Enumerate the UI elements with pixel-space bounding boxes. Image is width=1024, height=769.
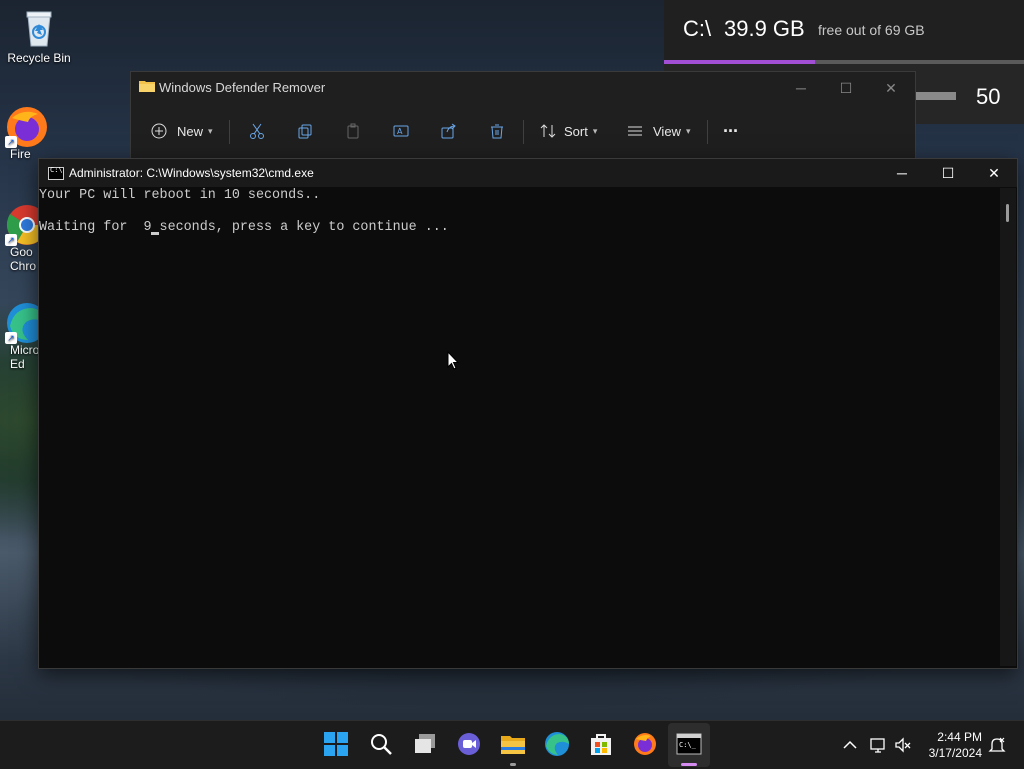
rename-icon: A: [393, 125, 409, 137]
cmd-title: Administrator: C:\Windows\system32\cmd.e…: [69, 166, 314, 180]
cmd-titlebar[interactable]: C:\ Administrator: C:\Windows\system32\c…: [39, 159, 1017, 187]
disk-space-widget: C:\ 39.9 GB free out of 69 GB: [664, 0, 1024, 64]
cmd-icon[interactable]: C:\_: [676, 731, 704, 759]
paste-button[interactable]: [345, 114, 361, 148]
explorer-title: Windows Defender Remover: [159, 80, 326, 95]
volume-slider[interactable]: [914, 92, 956, 100]
network-icon[interactable]: [869, 736, 887, 759]
toolbar-divider: [229, 120, 230, 144]
explorer-toolbar: New ▾ A Sort ▾ View ▾ ···: [131, 114, 915, 148]
volume-value: 50: [976, 84, 1001, 109]
free-size: 39.9 GB: [724, 16, 805, 41]
clock[interactable]: 2:44 PM 3/17/2024: [922, 729, 982, 761]
store-icon[interactable]: [588, 731, 616, 759]
minimize-button[interactable]: ─: [781, 76, 821, 100]
paste-icon: [347, 123, 359, 139]
free-text: free out of 69 GB: [818, 22, 925, 38]
view-icon: [628, 126, 642, 136]
running-indicator: [510, 763, 516, 766]
close-button[interactable]: ✕: [871, 76, 911, 100]
sort-icon: [540, 124, 556, 138]
chevron-down-icon: ▾: [592, 125, 598, 136]
copy-icon: [298, 124, 312, 139]
edge-icon[interactable]: [544, 731, 572, 759]
cmd-window[interactable]: C:\ Administrator: C:\Windows\system32\c…: [38, 158, 1018, 669]
start-icon[interactable]: [323, 731, 351, 759]
cut-button[interactable]: [249, 114, 265, 148]
toolbar-divider: [707, 120, 708, 144]
view-button[interactable]: View ▾: [627, 114, 690, 148]
chevron-down-icon: ▾: [685, 125, 691, 136]
new-button[interactable]: New ▾: [151, 114, 213, 148]
maximize-button[interactable]: ☐: [826, 76, 866, 100]
notification-bell-icon[interactable]: [988, 736, 1006, 759]
share-icon: [441, 123, 456, 139]
firefox-icon[interactable]: [632, 731, 660, 759]
close-button[interactable]: ✕: [971, 159, 1017, 187]
taskbar: C:\_ 2:44 PM 3/17/2024: [0, 720, 1024, 769]
explorer-window[interactable]: Windows Defender Remover ─ ☐ ✕ New ▾ A S…: [130, 71, 916, 163]
maximize-button[interactable]: ☐: [925, 159, 971, 187]
desktop-icon-firefox[interactable]: ↗ Fire: [0, 104, 62, 161]
search-icon[interactable]: [368, 731, 396, 759]
share-button[interactable]: [441, 114, 457, 148]
volume-muted-icon[interactable]: [894, 736, 912, 759]
svg-text:A: A: [397, 127, 403, 136]
scrollbar-thumb[interactable]: [1006, 204, 1009, 222]
shortcut-arrow-icon: ↗: [5, 332, 17, 344]
plus-circle-icon: [151, 123, 167, 139]
copy-button[interactable]: [297, 114, 313, 148]
toolbar-divider: [523, 120, 524, 144]
sort-label: Sort: [564, 123, 588, 139]
shortcut-arrow-icon: ↗: [5, 234, 17, 246]
folder-icon: [139, 81, 155, 92]
task-view-icon[interactable]: [412, 731, 440, 759]
new-label: New: [177, 123, 204, 139]
svg-text:C:\_: C:\_: [679, 741, 697, 749]
active-indicator: [681, 763, 697, 766]
desktop-icon-recycle-bin[interactable]: Recycle Bin: [4, 8, 74, 65]
trash-icon: [491, 124, 503, 139]
clock-time: 2:44 PM: [937, 730, 982, 744]
delete-button[interactable]: [489, 114, 505, 148]
console-line: Waiting for 9 seconds, press a key to co…: [39, 220, 449, 235]
mouse-pointer-icon: [447, 351, 459, 370]
console-scrollbar[interactable]: [1000, 188, 1016, 666]
view-label: View: [653, 123, 681, 139]
text-cursor: [151, 232, 159, 235]
cmd-app-icon: C:\: [48, 166, 64, 180]
minimize-button[interactable]: ─: [879, 159, 925, 187]
console-line: Your PC will reboot in 10 seconds..: [39, 188, 321, 203]
console-output[interactable]: Your PC will reboot in 10 seconds.. Wait…: [39, 188, 999, 284]
recycle-bin-icon: [19, 8, 59, 48]
firefox-icon: ↗: [5, 104, 47, 148]
rename-button[interactable]: A: [393, 114, 409, 148]
more-options-button[interactable]: ···: [723, 114, 739, 148]
chat-icon[interactable]: [456, 731, 484, 759]
desktop-icon-label: Recycle Bin: [7, 51, 71, 65]
chevron-up-icon[interactable]: [842, 737, 858, 758]
shortcut-arrow-icon: ↗: [5, 136, 17, 148]
drive-label: C:\: [683, 16, 712, 41]
clock-date: 3/17/2024: [928, 746, 982, 760]
scissors-icon: [250, 123, 264, 139]
sort-button[interactable]: Sort ▾: [540, 114, 597, 148]
file-explorer-icon[interactable]: [500, 731, 528, 759]
chevron-down-icon: ▾: [208, 125, 213, 136]
more-options-icon: ···: [723, 120, 739, 141]
